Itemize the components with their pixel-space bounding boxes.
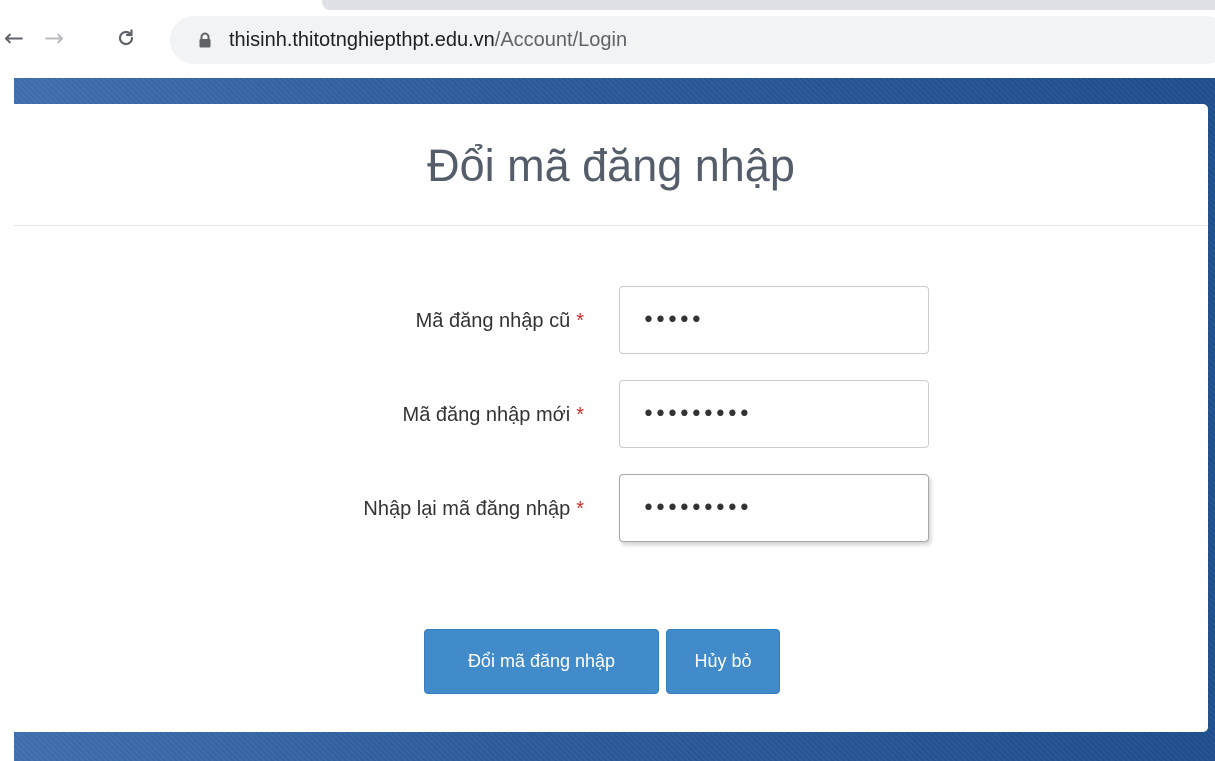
page-left-edge	[0, 78, 14, 761]
new-code-label-text: Mã đăng nhập mới	[402, 404, 571, 426]
panel-header: Đổi mã đăng nhập	[14, 104, 1208, 226]
required-marker: *	[576, 310, 584, 332]
change-login-code-panel: Đổi mã đăng nhập Mã đăng nhập cũ* Mã đăn…	[14, 104, 1208, 732]
url-host: thisinh.thitotnghiepthpt.edu.vn	[229, 29, 495, 51]
confirm-code-label-text: Nhập lại mã đăng nhập	[363, 498, 571, 520]
new-code-label: Mã đăng nhập mới *	[403, 402, 584, 428]
confirm-code-row: Nhập lại mã đăng nhập *	[14, 474, 1208, 544]
old-code-label: Mã đăng nhập cũ *	[416, 308, 584, 334]
address-bar[interactable]: thisinh.thitotnghiepthpt.edu.vn/Account/…	[170, 16, 1215, 64]
old-code-label-text: Mã đăng nhập cũ	[415, 310, 571, 332]
forward-arrow-icon[interactable]: →	[40, 24, 68, 52]
url-path: /Account/Login	[494, 29, 628, 51]
required-marker: *	[576, 498, 584, 520]
new-code-input[interactable]	[619, 380, 929, 448]
back-arrow-icon[interactable]: ←	[0, 24, 28, 52]
old-code-input[interactable]	[619, 286, 929, 354]
confirm-code-label: Nhập lại mã đăng nhập *	[363, 496, 584, 522]
new-code-row: Mã đăng nhập mới *	[14, 380, 1208, 450]
reload-icon[interactable]	[112, 24, 140, 52]
confirm-code-input[interactable]	[619, 474, 929, 542]
reload-icon-glyph	[118, 29, 134, 46]
url-text[interactable]: thisinh.thitotnghiepthpt.edu.vn/Account/…	[229, 29, 627, 51]
change-code-button[interactable]: Đổi mã đăng nhập	[424, 629, 659, 694]
page-title: Đổi mã đăng nhập	[427, 140, 795, 191]
old-code-row: Mã đăng nhập cũ *	[14, 286, 1208, 356]
cancel-button[interactable]: Hủy bỏ	[666, 629, 780, 694]
lock-icon	[199, 32, 211, 48]
tab-strip	[322, 0, 1215, 10]
browser-toolbar: ← → thisinh.thitotnghiepthpt.edu.vn/Acco…	[0, 0, 1215, 78]
required-marker: *	[576, 404, 584, 426]
